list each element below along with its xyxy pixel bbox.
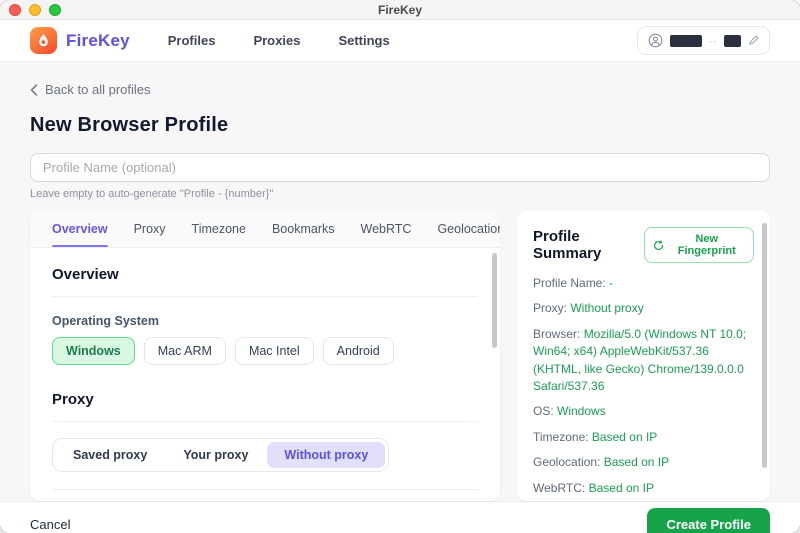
back-link-label: Back to all profiles: [45, 82, 151, 97]
profile-name-input[interactable]: [30, 153, 770, 182]
divider: [52, 489, 478, 490]
account-menu[interactable]: ··: [637, 26, 770, 55]
main-content: Back to all profiles New Browser Profile…: [0, 62, 800, 501]
user-avatar-icon: [648, 33, 663, 48]
summary-scrollbar[interactable]: [762, 223, 767, 468]
summary-rows: Profile Name: - Proxy: Without proxy Bro…: [533, 275, 754, 501]
summary-header: Profile Summary New Fingerprint: [533, 227, 754, 263]
footer-bar: Cancel Create Profile: [0, 501, 800, 533]
content-columns: Overview Proxy Timezone Bookmarks WebRTC…: [30, 211, 770, 501]
summary-title: Profile Summary: [533, 228, 644, 262]
os-option-mac-arm[interactable]: Mac ARM: [144, 337, 226, 365]
redacted-account-text-2: [724, 35, 741, 47]
chevron-left-icon: [30, 84, 38, 96]
proxy-option-without[interactable]: Without proxy: [267, 442, 385, 468]
proxy-option-saved[interactable]: Saved proxy: [56, 442, 164, 468]
new-fingerprint-label: New Fingerprint: [669, 233, 745, 257]
summary-row-timezone: Timezone: Based on IP: [533, 429, 754, 446]
tab-geolocation[interactable]: Geolocation: [437, 211, 500, 247]
window-title: FireKey: [0, 3, 800, 17]
app-nav: FireKey Profiles Proxies Settings ··: [0, 20, 800, 62]
back-to-profiles-link[interactable]: Back to all profiles: [30, 82, 151, 97]
left-panel-scrollbar[interactable]: [492, 253, 497, 348]
overview-section-title: Overview: [52, 266, 478, 283]
tab-bookmarks[interactable]: Bookmarks: [272, 211, 335, 247]
summary-row-os: OS: Windows: [533, 403, 754, 420]
nav-menu: Profiles Proxies Settings: [168, 33, 390, 48]
nav-item-proxies[interactable]: Proxies: [253, 33, 300, 48]
summary-row-webrtc: WebRTC: Based on IP: [533, 480, 754, 497]
settings-tabs: Overview Proxy Timezone Bookmarks WebRTC…: [30, 211, 500, 248]
cancel-button[interactable]: Cancel: [30, 517, 70, 532]
os-option-android[interactable]: Android: [323, 337, 394, 365]
tab-webrtc[interactable]: WebRTC: [361, 211, 412, 247]
brand-name[interactable]: FireKey: [66, 31, 130, 51]
operating-system-label: Operating System: [52, 314, 478, 328]
summary-row-profile-name: Profile Name: -: [533, 275, 754, 292]
tab-overview[interactable]: Overview: [52, 211, 108, 247]
new-fingerprint-button[interactable]: New Fingerprint: [644, 227, 754, 263]
refresh-icon: [653, 240, 664, 251]
os-option-mac-intel[interactable]: Mac Intel: [235, 337, 314, 365]
overview-panel: Overview Operating System Windows Mac AR…: [30, 248, 500, 501]
tab-timezone[interactable]: Timezone: [192, 211, 246, 247]
app-window: FireKey FireKey Profiles Proxies Setting…: [0, 0, 800, 533]
create-profile-button[interactable]: Create Profile: [647, 508, 770, 533]
redacted-account-dots: ··: [709, 36, 717, 46]
summary-row-geolocation: Geolocation: Based on IP: [533, 454, 754, 471]
firekey-logo-icon: [30, 27, 57, 54]
divider: [52, 296, 478, 297]
profile-name-hint: Leave empty to auto-generate "Profile - …: [30, 188, 770, 200]
redacted-account-text: [670, 35, 702, 47]
summary-row-proxy: Proxy: Without proxy: [533, 300, 754, 317]
proxy-option-your[interactable]: Your proxy: [166, 442, 265, 468]
os-option-windows[interactable]: Windows: [52, 337, 135, 365]
edit-account-icon[interactable]: [748, 35, 759, 46]
nav-item-profiles[interactable]: Profiles: [168, 33, 216, 48]
tab-proxy[interactable]: Proxy: [134, 211, 166, 247]
divider: [52, 421, 478, 422]
titlebar: FireKey: [0, 0, 800, 20]
profile-settings-card: Overview Proxy Timezone Bookmarks WebRTC…: [30, 211, 500, 501]
summary-row-browser: Browser: Mozilla/5.0 (Windows NT 10.0; W…: [533, 326, 754, 396]
page-title: New Browser Profile: [30, 114, 770, 137]
os-options: Windows Mac ARM Mac Intel Android: [52, 337, 478, 365]
profile-summary-card: Profile Summary New Fingerprint Pr: [517, 211, 770, 501]
proxy-section-title: Proxy: [52, 391, 478, 408]
proxy-mode-segmented-control: Saved proxy Your proxy Without proxy: [52, 438, 389, 472]
nav-item-settings[interactable]: Settings: [338, 33, 389, 48]
